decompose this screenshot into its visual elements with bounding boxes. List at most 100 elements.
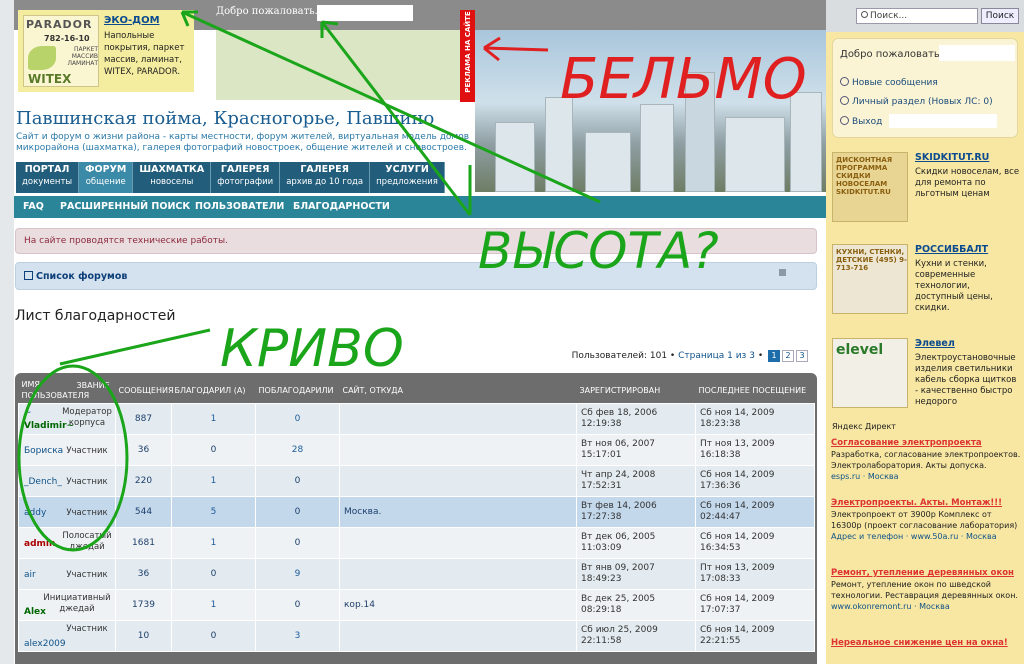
ad-image[interactable]: КУХНИ, СТЕНКИ, ДЕТСКИЕ (495) 9-713-716 bbox=[832, 244, 908, 314]
col-last-visit[interactable]: ПОСЛЕДНЕЕ ПОСЕЩЕНИЕ bbox=[695, 377, 815, 404]
posts-count[interactable]: 544 bbox=[115, 496, 172, 528]
ad-desc: Кухни и стенки, современные технологии, … bbox=[915, 259, 993, 313]
thanked-count[interactable]: 1 bbox=[171, 527, 256, 559]
posts-count[interactable]: 1739 bbox=[115, 589, 172, 621]
site-title[interactable]: Павшинская пойма, Красногорье, Павшино bbox=[16, 108, 434, 129]
last-visit-date: Пт ноя 13, 2009 16:18:38 bbox=[695, 434, 815, 466]
site-cell bbox=[339, 527, 577, 559]
thanked-count[interactable]: 0 bbox=[171, 434, 256, 466]
got-thanks-count[interactable]: 0 bbox=[255, 589, 340, 621]
rank: Участник bbox=[66, 508, 108, 518]
power-icon bbox=[840, 116, 849, 125]
page-3[interactable]: 3 bbox=[796, 350, 808, 362]
posts-count[interactable]: 36 bbox=[115, 434, 172, 466]
posts-count[interactable]: 887 bbox=[115, 403, 172, 435]
page-of[interactable]: Страница 1 из 3 bbox=[678, 351, 755, 361]
table-row: admin Полосатый джедай 1681 1 0 Вт дек 06… bbox=[18, 527, 815, 559]
last-visit-date: Сб ноя 14, 2009 17:36:36 bbox=[695, 465, 815, 497]
thanked-count[interactable]: 0 bbox=[171, 620, 256, 652]
nav-gallery[interactable]: ГАЛЕРЕЯ фотографии bbox=[211, 162, 281, 193]
user-cell: alex2009 Участник bbox=[18, 620, 116, 652]
thanked-count[interactable]: 0 bbox=[171, 558, 256, 590]
page-2[interactable]: 2 bbox=[782, 350, 794, 362]
ad-image[interactable]: elevel bbox=[832, 338, 908, 408]
private-section-link[interactable]: Личный раздел (Новых ЛС: 0) bbox=[840, 96, 993, 107]
search-input[interactable]: Поиск... bbox=[856, 8, 978, 24]
col-posts[interactable]: СООБЩЕНИЯ bbox=[115, 377, 174, 404]
subnav-advanced-search[interactable]: РАСШИРЕННЫЙ ПОИСК bbox=[60, 201, 190, 212]
rank: Модератор корпуса bbox=[62, 407, 112, 428]
yadirect-ad[interactable]: Ремонт, утепление деревянных окон Ремонт… bbox=[831, 568, 1021, 612]
username-link[interactable]: addy bbox=[24, 508, 46, 518]
search-button[interactable]: Поиск bbox=[981, 8, 1019, 24]
username-link[interactable]: admin bbox=[24, 539, 55, 549]
sidebar-welcome: Добро пожаловать, bbox=[840, 49, 943, 60]
got-thanks-count[interactable]: 0 bbox=[255, 496, 340, 528]
ad-title[interactable]: Элевел bbox=[915, 338, 955, 349]
thanked-count[interactable]: 1 bbox=[171, 465, 256, 497]
username-link[interactable]: Бориска bbox=[24, 446, 63, 456]
ad-title[interactable]: SKIDKITUT.RU bbox=[915, 152, 989, 163]
table-row: Alex Инициативный джедай 1739 1 0 кор.14 … bbox=[18, 589, 815, 621]
got-thanks-count[interactable]: 28 bbox=[255, 434, 340, 466]
sidebar-ad[interactable]: ДИСКОНТНАЯ ПРОГРАММА СКИДКИ НОВОСЕЛАМ SK… bbox=[832, 152, 1019, 224]
breadcrumb-forum-list[interactable]: Список форумов bbox=[36, 271, 127, 282]
logout-link[interactable]: Выход bbox=[840, 116, 882, 127]
ad-title[interactable]: ЭКО-ДОМ bbox=[104, 15, 160, 26]
ad-image[interactable]: ДИСКОНТНАЯ ПРОГРАММА СКИДКИ НОВОСЕЛАМ SK… bbox=[832, 152, 908, 222]
sidebar-ad[interactable]: КУХНИ, СТЕНКИ, ДЕТСКИЕ (495) 9-713-716 Р… bbox=[832, 244, 1018, 316]
thanked-count[interactable]: 1 bbox=[171, 403, 256, 435]
sidebar-ad[interactable]: elevel Элевел Электроустановочные издели… bbox=[832, 338, 1018, 412]
thanked-count[interactable]: 1 bbox=[171, 589, 256, 621]
main-nav: ПОРТАЛ документы ФОРУМ общение ШАХМАТКА нов… bbox=[16, 162, 445, 193]
top-ad-banner[interactable]: PARADOR 782-16-10 ПАРКЕТ МАССИВ ЛАМИНАТ … bbox=[18, 10, 194, 92]
nav-gallery-archive[interactable]: ГАЛЕРЕЯ архив до 10 года bbox=[280, 162, 371, 193]
username-link[interactable]: alex2009 bbox=[24, 639, 66, 649]
resize-icon[interactable] bbox=[779, 269, 786, 276]
subnav-thanks[interactable]: БЛАГОДАРНОСТИ bbox=[293, 201, 390, 212]
got-thanks-count[interactable]: 0 bbox=[255, 527, 340, 559]
col-site[interactable]: САЙТ, ОТКУДА bbox=[339, 377, 577, 404]
got-thanks-count[interactable]: 9 bbox=[255, 558, 340, 590]
ad-tab[interactable]: РЕКЛАМА НА САЙТЕ bbox=[460, 10, 475, 102]
breadcrumb: Список форумов bbox=[15, 262, 817, 290]
page-1[interactable]: 1 bbox=[768, 350, 780, 362]
site-cell bbox=[339, 403, 577, 435]
nav-services[interactable]: УСЛУГИ предложения bbox=[370, 162, 445, 193]
new-posts-link[interactable]: Новые сообщения bbox=[840, 77, 938, 88]
rank: Полосатый джедай bbox=[62, 531, 112, 552]
yadirect-ad[interactable]: Нереальное снижение цен на окна! bbox=[831, 638, 1021, 649]
nav-portal[interactable]: ПОРТАЛ документы bbox=[16, 162, 80, 193]
registered-date: Чт апр 24, 2008 17:52:31 bbox=[576, 465, 696, 497]
yadirect-ad[interactable]: Электропроекты. Акты. Монтаж!!! Электроп… bbox=[831, 498, 1021, 542]
nav-forum[interactable]: ФОРУМ общение bbox=[79, 162, 134, 193]
site-cell: Москва. bbox=[339, 496, 577, 528]
col-thanked[interactable]: БЛАГОДАРИЛ (А) bbox=[171, 377, 256, 404]
yadirect-ad[interactable]: Согласование электропроекта Разработка, … bbox=[831, 438, 1021, 482]
col-registered[interactable]: ЗАРЕГИСТРИРОВАН bbox=[576, 377, 696, 404]
posts-count[interactable]: 220 bbox=[115, 465, 172, 497]
ad-title[interactable]: РОССИББАЛТ bbox=[915, 244, 988, 255]
last-visit-date: Пт ноя 13, 2009 17:08:33 bbox=[695, 558, 815, 590]
user-box: Добро пожаловать, Новые сообщения Личный… bbox=[832, 38, 1018, 138]
nav-shakhmatka[interactable]: ШАХМАТКА новоселы bbox=[133, 162, 212, 193]
posts-count[interactable]: 36 bbox=[115, 558, 172, 590]
posts-count[interactable]: 1681 bbox=[115, 527, 172, 559]
got-thanks-count[interactable]: 0 bbox=[255, 465, 340, 497]
yandex-direct-label[interactable]: Яндекс Директ bbox=[832, 422, 896, 431]
site-cell bbox=[339, 434, 577, 466]
ad-desc: Напольные покрытия, паркет массив, ламин… bbox=[104, 31, 185, 77]
user-cell: addy Участник bbox=[18, 496, 116, 528]
got-thanks-count[interactable]: 0 bbox=[255, 403, 340, 435]
thanked-count[interactable]: 5 bbox=[171, 496, 256, 528]
subnav-faq[interactable]: FAQ bbox=[23, 201, 44, 212]
table-row: Бориска Участник 36 0 28 Вт ноя 06, 2007 … bbox=[18, 434, 815, 466]
posts-count[interactable]: 10 bbox=[115, 620, 172, 652]
subnav-users[interactable]: ПОЛЬЗОВАТЕЛИ bbox=[195, 201, 284, 212]
username-link[interactable]: _Dench_ bbox=[24, 477, 62, 487]
col-got-thanks[interactable]: ПОБЛАГОДАРИЛИ bbox=[255, 377, 340, 404]
ad-logo: PARADOR 782-16-10 ПАРКЕТ МАССИВ ЛАМИНАТ … bbox=[23, 15, 99, 87]
username-link[interactable]: air bbox=[24, 570, 36, 580]
col-username[interactable]: ИМЯ ПОЛЬЗОВАТЕЛЯ ЗВАНИЕ bbox=[18, 377, 116, 404]
got-thanks-count[interactable]: 3 bbox=[255, 620, 340, 652]
